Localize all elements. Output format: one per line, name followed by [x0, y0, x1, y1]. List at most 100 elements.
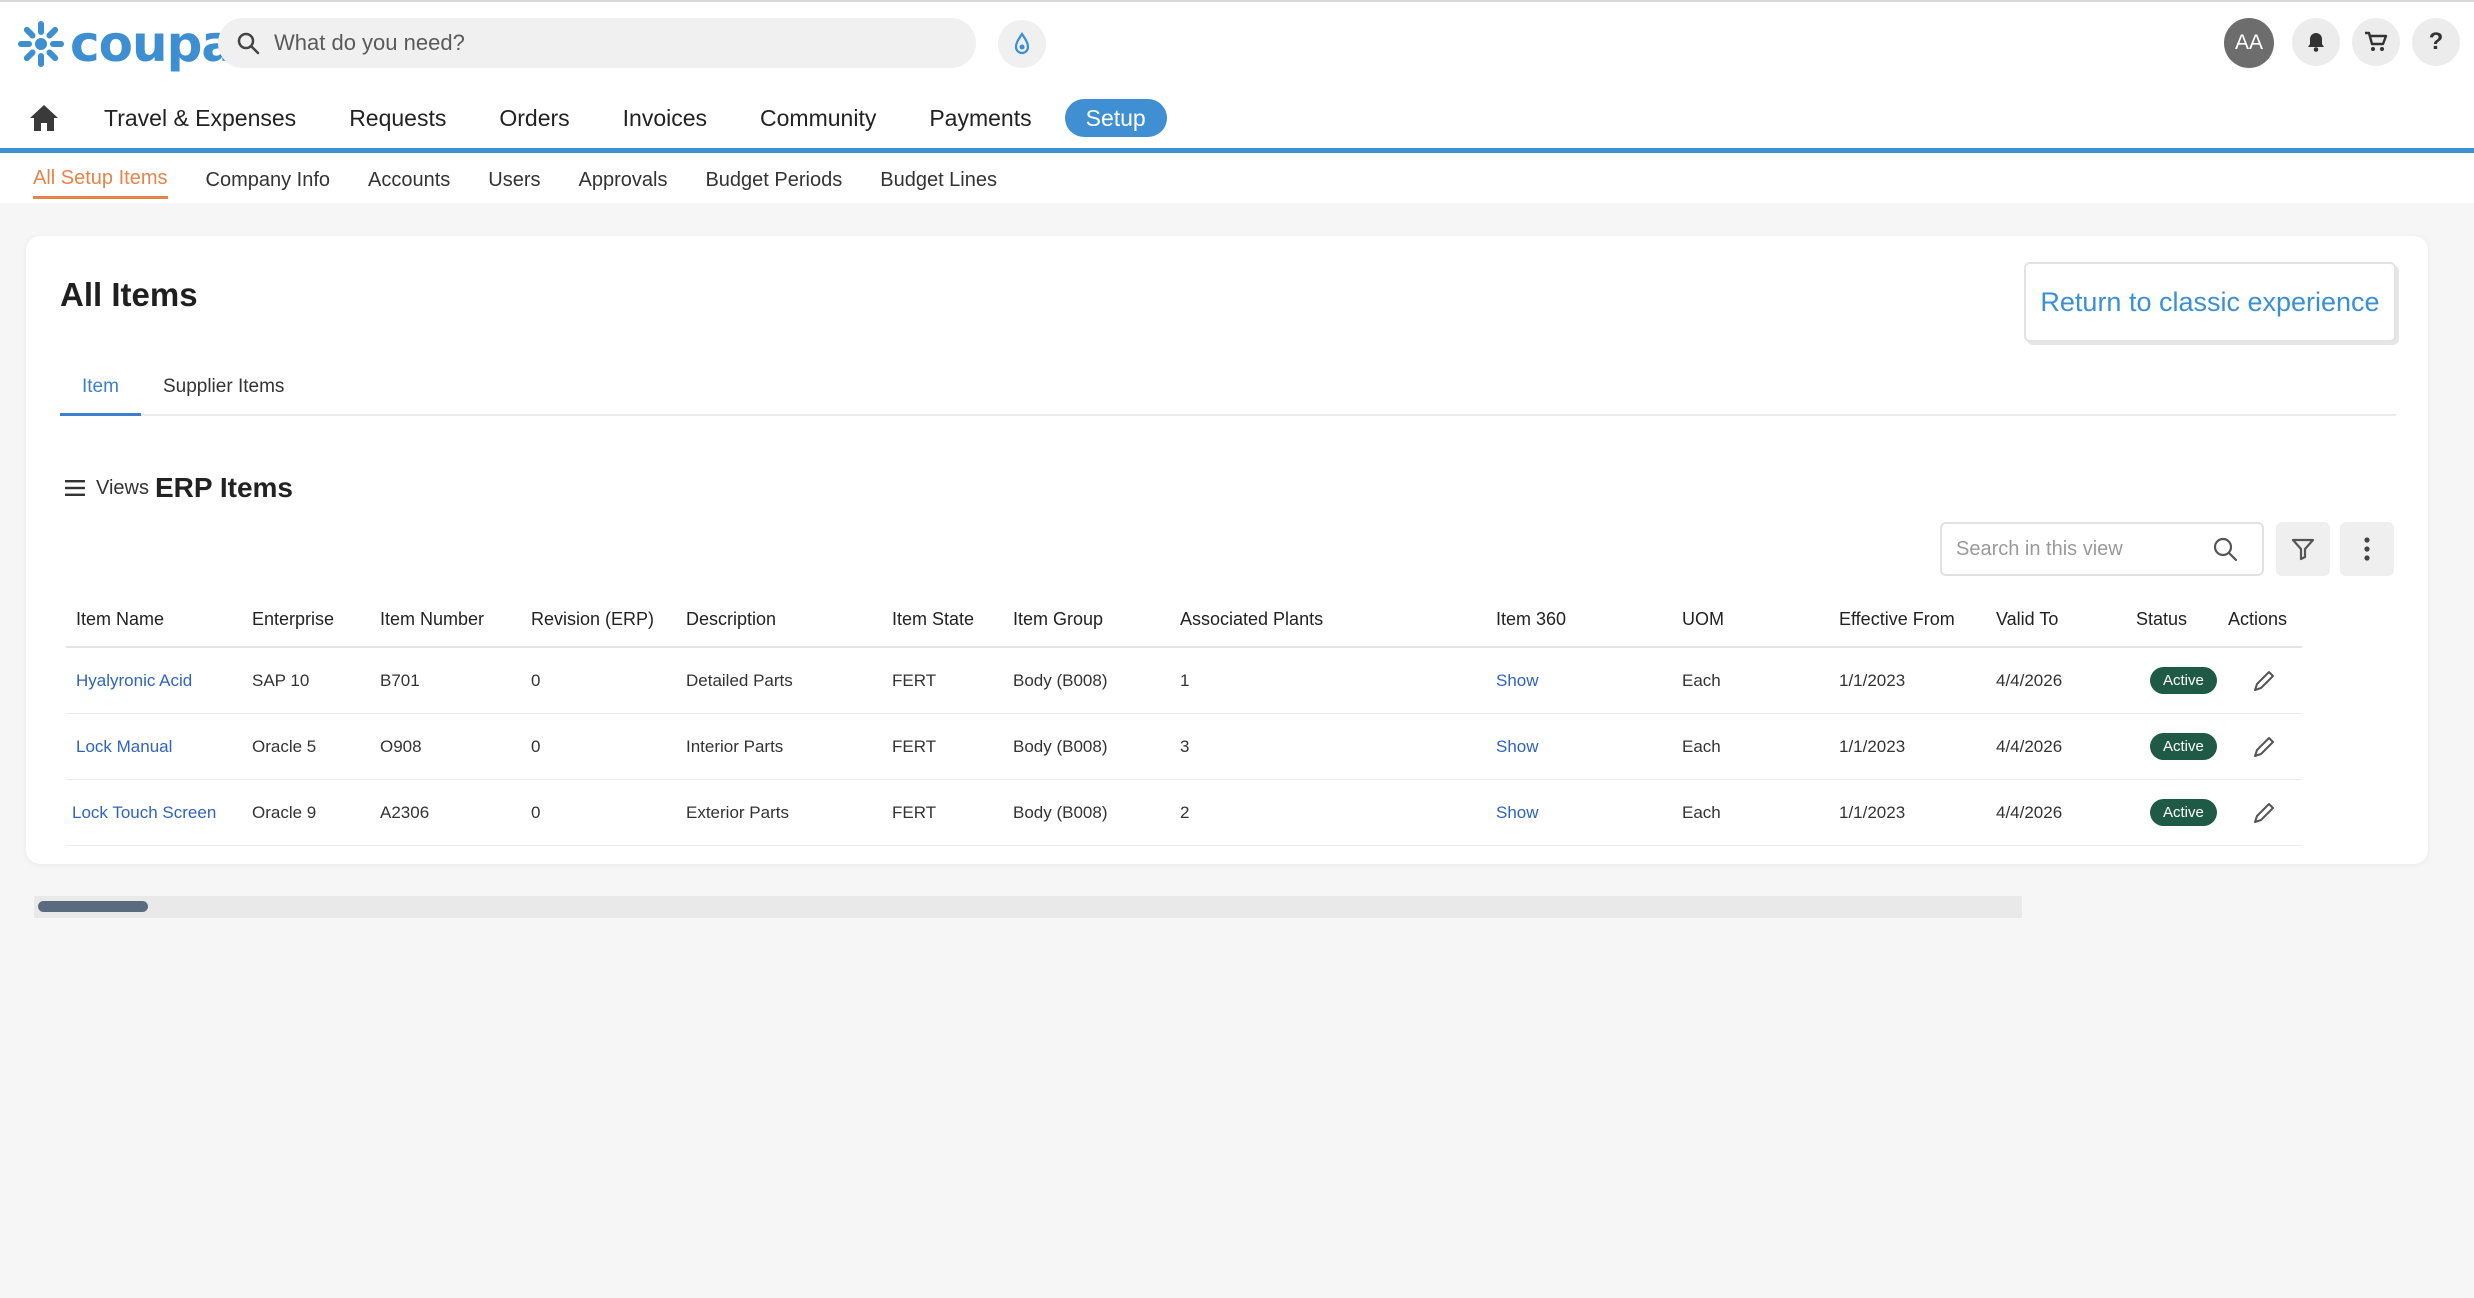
cell-item-state: FERT [892, 802, 937, 822]
col-item-name[interactable]: Item Name [76, 592, 164, 646]
status-cell: Active [2150, 714, 2217, 779]
cell-effective-from: 1/1/2023 [1839, 670, 1906, 690]
subnav-budget-periods[interactable]: Budget Periods [705, 159, 842, 198]
col-item-number[interactable]: Item Number [380, 592, 484, 646]
help-icon: ? [2428, 28, 2444, 55]
cell-revision: 0 [531, 736, 541, 756]
nav-invoices[interactable]: Invoices [623, 94, 707, 142]
col-valid-to[interactable]: Valid To [1996, 592, 2058, 646]
cell-item-group: Body (B008) [1013, 802, 1108, 822]
item-360-show-link[interactable]: Show [1496, 714, 1539, 779]
scrollbar-thumb[interactable] [38, 901, 148, 912]
home-icon[interactable] [28, 101, 62, 135]
nav-community[interactable]: Community [760, 94, 876, 142]
views-label: Views [96, 476, 149, 499]
item-name-link[interactable]: Hyalyronic Acid [76, 648, 192, 713]
cell-item-state: FERT [892, 736, 937, 756]
nav-requests[interactable]: Requests [349, 94, 446, 142]
nav-travel-expenses[interactable]: Travel & Expenses [104, 94, 296, 142]
item-tabs: Item Supplier Items [60, 366, 2396, 416]
cell-revision: 0 [531, 670, 541, 690]
nav-orders[interactable]: Orders [499, 94, 569, 142]
status-badge: Active [2150, 799, 2217, 826]
more-vertical-icon [2364, 537, 2370, 561]
cell-enterprise: Oracle 9 [252, 802, 317, 822]
table-horizontal-scrollbar[interactable] [34, 896, 2022, 918]
item-360-show-link[interactable]: Show [1496, 780, 1539, 845]
global-search[interactable] [218, 18, 976, 68]
cell-item-state: FERT [892, 670, 937, 690]
current-view-name: ERP Items [155, 472, 293, 503]
global-search-input[interactable] [274, 23, 914, 63]
main-nav: Travel & Expenses Requests Orders Invoic… [28, 94, 1167, 142]
page-title: All Items [60, 276, 198, 313]
col-description[interactable]: Description [686, 592, 776, 646]
search-icon [2213, 537, 2238, 562]
col-effective-from[interactable]: Effective From [1839, 592, 1955, 646]
edit-button[interactable] [2250, 780, 2278, 845]
coupa-logo[interactable]: coupa [16, 15, 235, 73]
edit-button[interactable] [2250, 714, 2278, 779]
avatar[interactable]: AA [2224, 18, 2274, 68]
tab-supplier-items[interactable]: Supplier Items [141, 366, 306, 416]
pencil-icon [2254, 802, 2274, 823]
view-search[interactable] [1940, 522, 2264, 576]
cell-description: Detailed Parts [686, 670, 793, 690]
subnav-accounts[interactable]: Accounts [368, 159, 450, 198]
tab-item[interactable]: Item [60, 366, 141, 416]
status-cell: Active [2150, 780, 2217, 845]
top-header: coupa AA ? [0, 0, 2474, 148]
cell-associated-plants: 1 [1180, 670, 1190, 690]
subnav-approvals[interactable]: Approvals [579, 159, 668, 198]
items-card: All Items Return to classic experience I… [26, 236, 2428, 864]
cell-associated-plants: 3 [1180, 736, 1190, 756]
logo-text: coupa [70, 15, 235, 73]
notifications-button[interactable] [2292, 18, 2340, 66]
cell-item-group: Body (B008) [1013, 670, 1108, 690]
status-badge: Active [2150, 667, 2217, 694]
cell-uom: Each [1682, 802, 1721, 822]
subnav-company-info[interactable]: Company Info [206, 159, 331, 198]
cell-description: Interior Parts [686, 736, 784, 756]
col-item-state[interactable]: Item State [892, 592, 974, 646]
more-options-button[interactable] [2340, 522, 2394, 576]
cell-revision: 0 [531, 802, 541, 822]
cell-associated-plants: 2 [1180, 802, 1190, 822]
item-name-link[interactable]: Lock Touch Screen [72, 780, 216, 845]
menu-icon [65, 480, 85, 496]
subnav-all-setup-items[interactable]: All Setup Items [33, 157, 168, 199]
cell-uom: Each [1682, 670, 1721, 690]
navi-assistant-button[interactable] [998, 20, 1046, 68]
cell-effective-from: 1/1/2023 [1839, 802, 1906, 822]
view-search-input[interactable] [1956, 537, 2212, 561]
item-360-show-link[interactable]: Show [1496, 648, 1539, 713]
cell-item-number: O908 [380, 736, 422, 756]
col-enterprise[interactable]: Enterprise [252, 592, 334, 646]
item-name-link[interactable]: Lock Manual [76, 714, 172, 779]
col-revision[interactable]: Revision (ERP) [531, 592, 654, 646]
search-icon [237, 32, 260, 55]
coupa-logo-icon [18, 21, 64, 67]
col-item-360[interactable]: Item 360 [1496, 592, 1566, 646]
cell-enterprise: SAP 10 [252, 670, 310, 690]
cell-effective-from: 1/1/2023 [1839, 736, 1906, 756]
filter-button[interactable] [2276, 522, 2330, 576]
status-badge: Active [2150, 733, 2217, 760]
pencil-icon [2254, 736, 2274, 757]
edit-button[interactable] [2250, 648, 2278, 713]
subnav-budget-lines[interactable]: Budget Lines [880, 159, 997, 198]
cart-button[interactable] [2352, 18, 2400, 66]
return-classic-button[interactable]: Return to classic experience [2024, 262, 2396, 342]
nav-setup[interactable]: Setup [1064, 99, 1167, 137]
cell-enterprise: Oracle 5 [252, 736, 317, 756]
col-status[interactable]: Status [2136, 592, 2187, 646]
cell-item-number: A2306 [380, 802, 430, 822]
subnav-users[interactable]: Users [488, 159, 540, 198]
views-selector[interactable]: Views ERP Items [64, 468, 293, 508]
nav-payments[interactable]: Payments [929, 94, 1031, 142]
help-button[interactable]: ? [2412, 18, 2460, 66]
col-item-group[interactable]: Item Group [1013, 592, 1103, 646]
col-associated-plants[interactable]: Associated Plants [1180, 592, 1323, 646]
cell-item-number: B701 [380, 670, 420, 690]
col-uom[interactable]: UOM [1682, 592, 1724, 646]
